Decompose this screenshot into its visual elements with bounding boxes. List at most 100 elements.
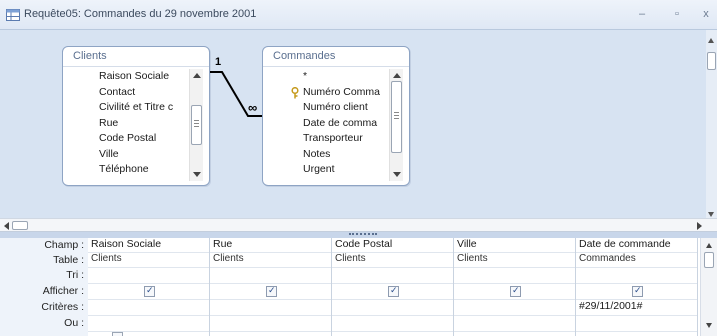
table-cell[interactable]: Clients: [332, 253, 453, 268]
table-commandes-title: Commandes: [263, 47, 409, 67]
field-item[interactable]: Urgent: [303, 162, 380, 178]
maximize-button[interactable]: ▫: [668, 6, 686, 22]
window-titlebar: Requête05: Commandes du 29 novembre 2001…: [0, 0, 717, 30]
sort-cell[interactable]: [88, 268, 209, 284]
field-cell[interactable]: Raison Sociale: [88, 238, 209, 253]
row-label-or: Ou :: [64, 317, 84, 329]
table-commandes[interactable]: Commandes * Numéro Comma Numéro client D…: [262, 46, 410, 186]
close-button[interactable]: x: [697, 6, 715, 22]
field-item[interactable]: Code Postal: [99, 131, 173, 147]
show-cell[interactable]: [332, 284, 453, 300]
scroll-down-arrow-icon[interactable]: [193, 172, 201, 177]
sort-cell[interactable]: [332, 268, 453, 284]
scroll-left-arrow-icon[interactable]: [4, 222, 9, 230]
table-cell[interactable]: Clients: [88, 253, 209, 268]
table-cell[interactable]: Clients: [454, 253, 575, 268]
or-cell[interactable]: [88, 316, 209, 332]
primary-key-icon: [291, 87, 299, 99]
field-item[interactable]: Numéro Comma: [303, 85, 380, 101]
scroll-thumb[interactable]: [707, 52, 716, 70]
or-cell[interactable]: [454, 316, 575, 332]
relationship-many-label: ∞: [248, 100, 258, 115]
scroll-up-arrow-icon[interactable]: [393, 73, 401, 78]
criteria-cell[interactable]: [332, 300, 453, 316]
show-checkbox[interactable]: [388, 285, 399, 297]
scroll-up-arrow-icon[interactable]: [193, 73, 201, 78]
scroll-right-arrow-icon[interactable]: [697, 222, 702, 230]
field-item[interactable]: Civilité et Titre c: [99, 100, 173, 116]
grid-vertical-scrollbar[interactable]: [700, 238, 717, 336]
grid-row-labels: Champ : Table : Tri : Afficher : Critère…: [0, 238, 88, 336]
row-label-sort: Tri :: [66, 269, 84, 281]
table-design-pane: Clients Raison Sociale Contact Civilité …: [0, 30, 717, 218]
design-pane-vertical-scrollbar[interactable]: [706, 30, 717, 218]
table-clients-fields: Raison Sociale Contact Civilité et Titre…: [99, 69, 173, 178]
table-commandes-fields: * Numéro Comma Numéro client Date de com…: [303, 69, 380, 178]
grid-column[interactable]: Code Postal Clients: [332, 238, 454, 336]
grid-columns: Raison Sociale Clients Rue Clients Code …: [88, 238, 698, 336]
show-cell[interactable]: [88, 284, 209, 300]
field-item[interactable]: Notes: [303, 147, 380, 163]
table-clients[interactable]: Clients Raison Sociale Contact Civilité …: [62, 46, 210, 186]
table-commandes-scrollbar[interactable]: [389, 69, 403, 181]
row-label-table: Table :: [53, 254, 84, 266]
table-cell[interactable]: Clients: [210, 253, 331, 268]
field-item[interactable]: Date de comma: [303, 116, 380, 132]
show-cell[interactable]: [576, 284, 697, 300]
scroll-down-arrow-icon[interactable]: [706, 323, 712, 328]
show-checkbox[interactable]: [266, 285, 277, 297]
sort-cell[interactable]: [454, 268, 575, 284]
field-cell[interactable]: Ville: [454, 238, 575, 253]
scroll-thumb[interactable]: [191, 105, 202, 145]
sort-cell[interactable]: [210, 268, 331, 284]
table-cell[interactable]: Commandes: [576, 253, 697, 268]
field-cell[interactable]: Code Postal: [332, 238, 453, 253]
scroll-up-arrow-icon[interactable]: [706, 243, 712, 248]
field-item[interactable]: *: [303, 69, 380, 85]
sort-cell[interactable]: [576, 268, 697, 284]
query-design-grid: Champ : Table : Tri : Afficher : Critère…: [0, 238, 717, 336]
grid-column[interactable]: Ville Clients: [454, 238, 576, 336]
design-pane-horizontal-scrollbar[interactable]: [0, 218, 717, 232]
scroll-thumb[interactable]: [391, 81, 402, 153]
splitter-grip[interactable]: [349, 233, 377, 236]
criteria-cell[interactable]: [454, 300, 575, 316]
show-checkbox[interactable]: [510, 285, 521, 297]
table-clients-scrollbar[interactable]: [189, 69, 203, 181]
show-cell[interactable]: [454, 284, 575, 300]
query-icon: [6, 9, 20, 21]
scroll-down-arrow-icon[interactable]: [708, 212, 714, 217]
show-cell[interactable]: [210, 284, 331, 300]
grid-column[interactable]: Date de commande Commandes #29/11/2001#: [576, 238, 698, 336]
criteria-cell[interactable]: [210, 300, 331, 316]
criteria-cell[interactable]: #29/11/2001#: [576, 300, 697, 316]
grid-column[interactable]: Rue Clients: [210, 238, 332, 336]
or-cell[interactable]: [576, 316, 697, 332]
criteria-cell[interactable]: [88, 300, 209, 316]
show-checkbox[interactable]: [144, 285, 155, 297]
field-cell[interactable]: Date de commande: [576, 238, 697, 253]
scroll-thumb[interactable]: [704, 252, 714, 268]
scroll-thumb[interactable]: [12, 221, 28, 230]
scroll-up-arrow-icon[interactable]: [708, 38, 714, 43]
field-item[interactable]: Raison Sociale: [99, 69, 173, 85]
field-item[interactable]: Ville: [99, 147, 173, 163]
row-label-show: Afficher :: [42, 285, 84, 297]
field-cell[interactable]: Rue: [210, 238, 331, 253]
show-checkbox[interactable]: [632, 285, 643, 297]
field-item[interactable]: Téléphone: [99, 162, 173, 178]
or-cell[interactable]: [210, 316, 331, 332]
field-item[interactable]: Transporteur: [303, 131, 380, 147]
grid-column[interactable]: Raison Sociale Clients: [88, 238, 210, 336]
scroll-down-arrow-icon[interactable]: [393, 172, 401, 177]
field-item[interactable]: Contact: [99, 85, 173, 101]
row-label-field: Champ :: [44, 239, 84, 251]
table-clients-title: Clients: [63, 47, 209, 67]
field-item[interactable]: Rue: [99, 116, 173, 132]
minimize-button[interactable]: –: [633, 6, 651, 22]
show-checkbox[interactable]: [112, 332, 123, 336]
or-cell[interactable]: [332, 316, 453, 332]
relationship-one-label: 1: [215, 56, 222, 68]
field-item[interactable]: Numéro client: [303, 100, 380, 116]
row-label-criteria: Critères :: [41, 301, 84, 313]
